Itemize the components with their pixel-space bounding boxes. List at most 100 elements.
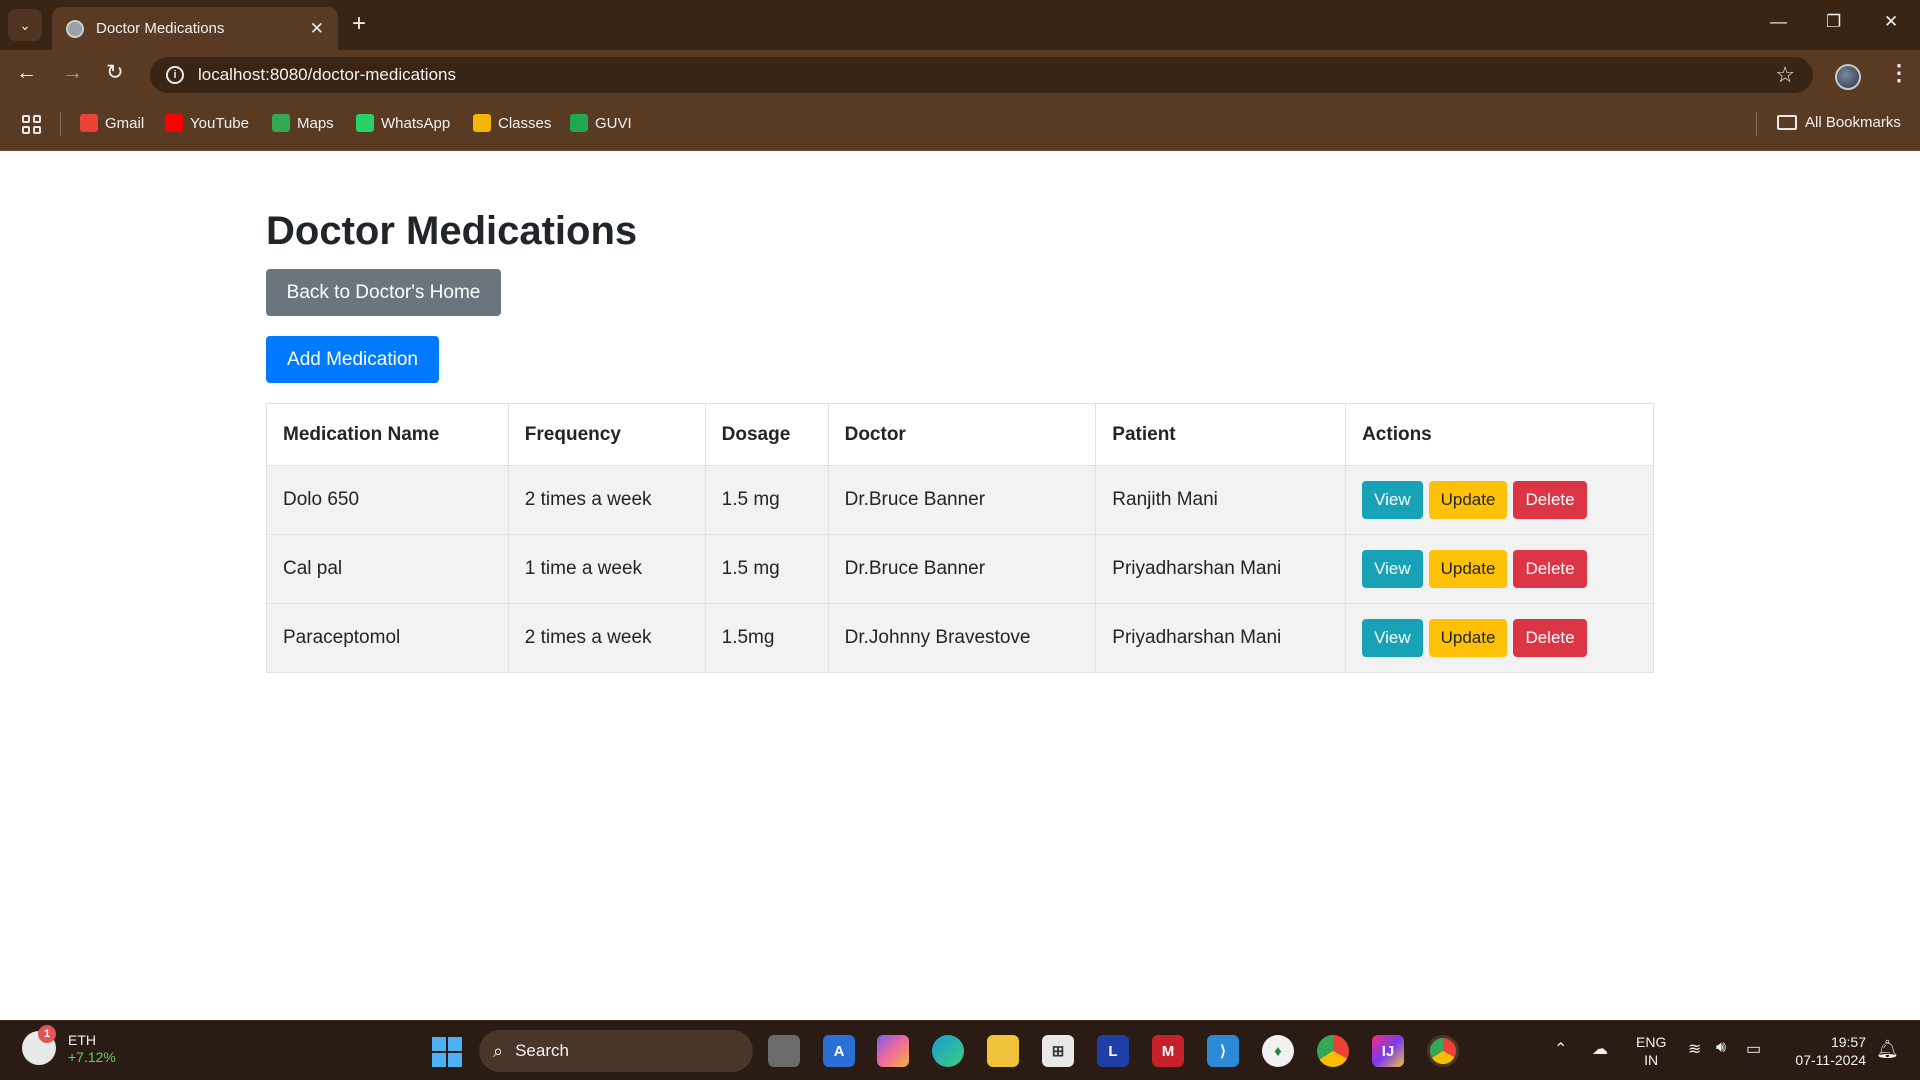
app-icon[interactable]: A: [823, 1035, 855, 1067]
bookmark-guvi[interactable]: GUVI: [570, 114, 632, 132]
youtube-icon: [165, 114, 183, 132]
language-indicator[interactable]: ENG IN: [1636, 1033, 1666, 1069]
bookmark-maps[interactable]: Maps: [272, 114, 334, 132]
chrome-active-icon[interactable]: [1427, 1035, 1459, 1067]
column-header: Patient: [1095, 403, 1347, 466]
more-menu-icon[interactable]: ⋮: [1888, 60, 1910, 86]
table-row: Dolo 650 2 times a week 1.5 mg Dr.Bruce …: [266, 465, 1654, 535]
mongodb-icon[interactable]: ♦: [1262, 1035, 1294, 1067]
column-header: Doctor: [827, 403, 1097, 466]
bookmark-star-icon[interactable]: ☆: [1775, 62, 1795, 88]
column-header: Frequency: [507, 403, 706, 466]
vscode-icon[interactable]: ⟩: [1207, 1035, 1239, 1067]
medication-name-cell: Dolo 650: [266, 465, 509, 535]
close-tab-icon[interactable]: ✕: [310, 19, 324, 39]
medication-name-cell: Paraceptomol: [266, 603, 509, 673]
restore-icon[interactable]: ❐: [1826, 12, 1841, 32]
globe-icon: [66, 19, 84, 38]
bookmark-label: Gmail: [105, 114, 145, 132]
show-hidden-icons-icon[interactable]: ⌃: [1554, 1039, 1567, 1059]
dosage-cell: 1.5 mg: [704, 465, 829, 535]
folder-icon: [1777, 115, 1797, 130]
region-code: IN: [1644, 1052, 1659, 1068]
onedrive-cloud-icon[interactable]: ☁: [1592, 1039, 1608, 1059]
view-button[interactable]: View: [1362, 550, 1423, 588]
frequency-cell: 2 times a week: [507, 603, 706, 673]
notification-badge: 1: [38, 1025, 56, 1043]
taskbar-search[interactable]: ⌕ Search: [479, 1030, 753, 1072]
reload-icon[interactable]: ↻: [106, 60, 124, 86]
url-text[interactable]: localhost:8080/doctor-medications: [198, 65, 456, 85]
delete-button[interactable]: Delete: [1513, 550, 1587, 588]
notification-bell-icon[interactable]: 🔔︎: [1876, 1039, 1899, 1060]
guvi-icon: [570, 114, 588, 132]
browser-tab-bar: ⌄ Doctor Medications ✕ + — ❐ ✕: [0, 0, 1920, 50]
table-row: Paraceptomol 2 times a week 1.5mg Dr.Joh…: [266, 603, 1654, 673]
task-view-icon[interactable]: [768, 1035, 800, 1067]
browser-toolbar: ← → ↻ i localhost:8080/doctor-medication…: [0, 50, 1920, 98]
view-button[interactable]: View: [1362, 619, 1423, 657]
clock-date: 07-11-2024: [1795, 1052, 1866, 1068]
app-l-icon[interactable]: L: [1097, 1035, 1129, 1067]
bookmark-gmail[interactable]: Gmail: [80, 114, 144, 132]
classroom-icon: [473, 114, 491, 132]
wifi-icon[interactable]: ≋: [1688, 1039, 1701, 1059]
view-button[interactable]: View: [1362, 481, 1423, 519]
frequency-cell: 2 times a week: [507, 465, 706, 535]
back-arrow-icon[interactable]: ←: [16, 60, 37, 86]
column-header: Dosage: [704, 403, 829, 466]
windows-taskbar: 1 ETH +7.12% ⌕ Search A ⊞ L M ⟩ ♦ IJ ⌃ ☁…: [0, 1020, 1920, 1080]
delete-button[interactable]: Delete: [1513, 481, 1587, 519]
all-bookmarks-button[interactable]: All Bookmarks: [1777, 114, 1901, 131]
chrome-icon[interactable]: [1317, 1035, 1349, 1067]
gmail-icon: [80, 114, 98, 132]
whatsapp-icon: [356, 114, 374, 132]
volume-icon[interactable]: 🔊︎: [1716, 1039, 1726, 1057]
bookmark-classes[interactable]: Classes: [473, 114, 551, 132]
apps-grid-icon[interactable]: [22, 115, 41, 134]
new-tab-button[interactable]: +: [352, 11, 366, 37]
add-medication-button[interactable]: Add Medication: [266, 336, 439, 383]
bookmark-label: GUVI: [595, 114, 632, 132]
bookmark-whatsapp[interactable]: WhatsApp: [356, 114, 450, 132]
bookmark-label: Maps: [297, 114, 334, 132]
search-label: Search: [515, 1041, 569, 1060]
update-button[interactable]: Update: [1428, 619, 1508, 657]
search-icon: ⌕: [493, 1040, 504, 1061]
copilot-icon[interactable]: [877, 1035, 909, 1067]
column-header: Actions: [1345, 403, 1654, 466]
back-to-home-button[interactable]: Back to Doctor's Home: [266, 269, 501, 316]
battery-icon[interactable]: ▭: [1746, 1039, 1761, 1059]
windows-start-icon[interactable]: [432, 1037, 462, 1067]
profile-avatar[interactable]: [1835, 64, 1861, 90]
system-clock[interactable]: 19:57 07-11-2024: [1786, 1033, 1866, 1069]
edge-icon[interactable]: [932, 1035, 964, 1067]
browser-tab[interactable]: Doctor Medications ✕: [52, 7, 338, 50]
doctor-cell: Dr.Bruce Banner: [827, 465, 1097, 535]
bookmark-label: WhatsApp: [381, 114, 451, 132]
intellij-icon[interactable]: IJ: [1372, 1035, 1404, 1067]
mcafee-icon[interactable]: M: [1152, 1035, 1184, 1067]
minimize-icon[interactable]: —: [1770, 12, 1787, 32]
maps-icon: [272, 114, 290, 132]
file-explorer-icon[interactable]: [987, 1035, 1019, 1067]
update-button[interactable]: Update: [1428, 481, 1508, 519]
bookmark-youtube[interactable]: YouTube: [165, 114, 249, 132]
ticker-widget[interactable]: 1 ETH +7.12%: [22, 1025, 116, 1065]
ticker-change: +7.12%: [68, 1049, 116, 1065]
update-button[interactable]: Update: [1428, 550, 1508, 588]
store-icon[interactable]: ⊞: [1042, 1035, 1074, 1067]
language-code: ENG: [1636, 1034, 1667, 1050]
medications-table: Medication Name Frequency Dosage Doctor …: [266, 403, 1654, 673]
ticker-symbol: ETH: [68, 1032, 96, 1048]
close-window-icon[interactable]: ✕: [1884, 12, 1898, 32]
forward-arrow-icon[interactable]: →: [62, 60, 83, 86]
site-info-icon[interactable]: i: [166, 66, 184, 84]
divider: [1756, 112, 1757, 136]
page-content: Doctor Medications Back to Doctor's Home…: [0, 151, 1920, 1020]
tab-title: Doctor Medications: [96, 20, 225, 37]
tab-search-button[interactable]: ⌄: [8, 9, 42, 41]
column-header: Medication Name: [266, 403, 509, 466]
address-bar[interactable]: i localhost:8080/doctor-medications ☆: [150, 57, 1813, 93]
delete-button[interactable]: Delete: [1513, 619, 1587, 657]
